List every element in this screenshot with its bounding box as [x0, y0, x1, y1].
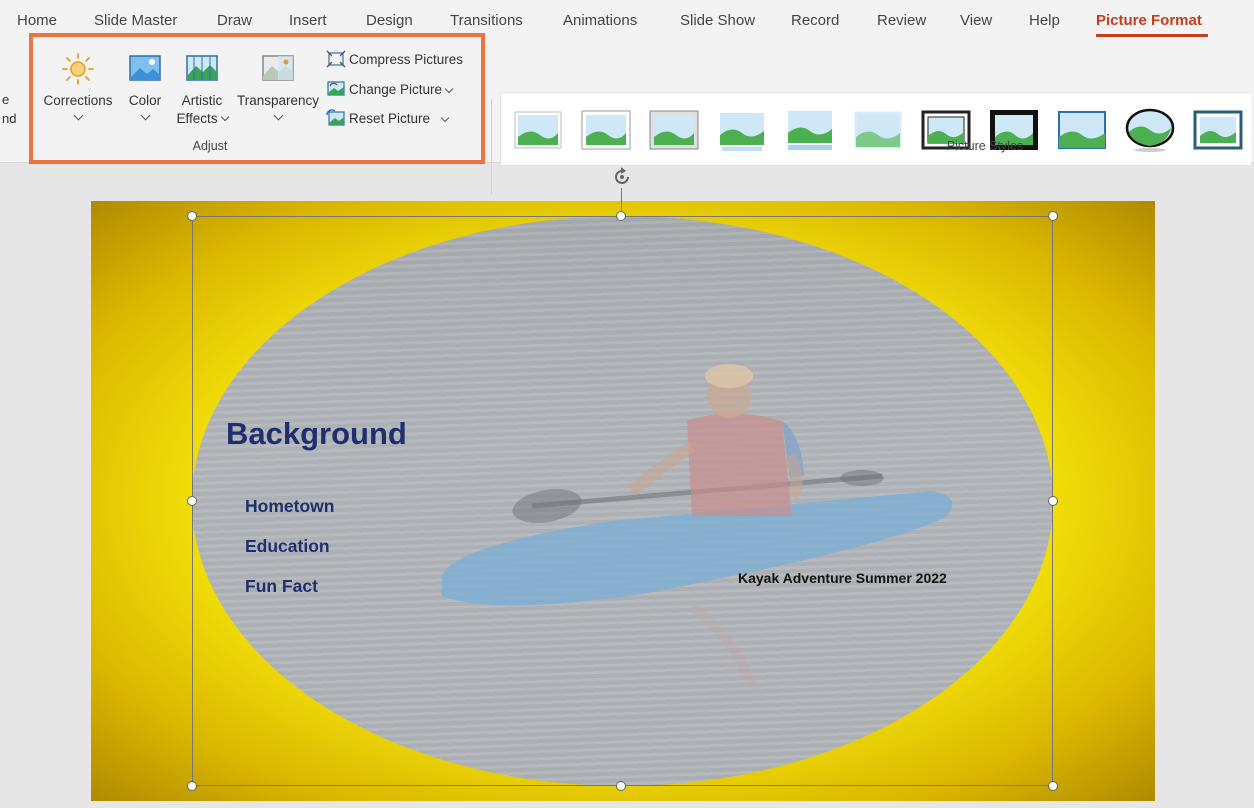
picture-style-3[interactable] — [648, 107, 700, 153]
ribbon-tab-bar: Home Slide Master Draw Insert Design Tra… — [0, 0, 1254, 44]
chevron-down-icon — [440, 113, 450, 123]
tab-review[interactable]: Review — [877, 12, 926, 29]
tab-help[interactable]: Help — [1029, 12, 1060, 29]
resize-handle-bottom-right[interactable] — [1048, 781, 1058, 791]
cut-off-label-1: e — [2, 92, 10, 107]
adjust-group-label: Adjust — [192, 139, 228, 153]
color-button[interactable]: Color — [124, 52, 166, 121]
resize-handle-top-left[interactable] — [187, 211, 197, 221]
compress-pictures-button[interactable]: Compress Pictures — [326, 49, 463, 69]
picture-styles-group-label: Picture Styles — [946, 139, 1024, 153]
resize-handle-top[interactable] — [616, 211, 626, 221]
reset-picture-icon — [326, 109, 345, 126]
compress-icon — [326, 50, 346, 68]
slide-heading[interactable]: Background — [226, 416, 407, 452]
picture-style-6[interactable] — [852, 107, 904, 153]
tab-home[interactable]: Home — [17, 12, 57, 29]
reset-picture-label: Reset Picture — [349, 110, 431, 126]
tab-transitions[interactable]: Transitions — [450, 12, 523, 29]
rotate-icon[interactable] — [611, 166, 633, 188]
group-divider — [491, 99, 492, 194]
sun-icon — [62, 53, 94, 85]
active-tab-indicator — [1096, 34, 1208, 37]
change-picture-icon — [327, 81, 345, 96]
bullet-hometown[interactable]: Hometown — [245, 496, 334, 517]
picture-caption[interactable]: Kayak Adventure Summer 2022 — [738, 570, 947, 586]
tab-record[interactable]: Record — [791, 12, 839, 29]
picture-color-icon — [129, 55, 161, 81]
change-picture-button[interactable]: Change Picture — [326, 79, 454, 99]
chevron-down-icon — [220, 112, 229, 122]
tab-animations[interactable]: Animations — [563, 12, 637, 29]
color-label: Color — [128, 93, 162, 108]
ribbon: e nd Corrections Color Artistic Effects … — [0, 44, 1254, 194]
artistic-effects-label-2: Effects — [176, 111, 218, 126]
tab-slide-master[interactable]: Slide Master — [94, 12, 177, 29]
artistic-effects-line2: Effects — [172, 110, 232, 128]
resize-handle-right[interactable] — [1048, 496, 1058, 506]
bullet-education[interactable]: Education — [245, 536, 330, 557]
tab-picture-format[interactable]: Picture Format — [1096, 12, 1202, 29]
tab-insert[interactable]: Insert — [289, 12, 327, 29]
resize-handle-bottom-left[interactable] — [187, 781, 197, 791]
picture-styles-gallery — [500, 92, 1251, 166]
change-picture-label: Change Picture — [349, 81, 443, 97]
transparency-icon — [262, 55, 294, 81]
chevron-down-icon — [273, 110, 283, 121]
bullet-fun-fact[interactable]: Fun Fact — [245, 576, 318, 597]
picture-style-9[interactable] — [1056, 107, 1108, 153]
tab-design[interactable]: Design — [366, 12, 413, 29]
artistic-effects-label-1: Artistic — [181, 93, 223, 108]
cut-off-label-2: nd — [2, 111, 17, 126]
tab-draw[interactable]: Draw — [217, 12, 252, 29]
picture-style-4[interactable] — [716, 107, 768, 153]
tab-slide-show[interactable]: Slide Show — [680, 12, 755, 29]
reset-picture-button[interactable]: Reset Picture — [326, 108, 450, 128]
transparency-button[interactable]: Transparency — [234, 52, 322, 121]
chevron-down-icon — [140, 110, 150, 121]
resize-handle-top-right[interactable] — [1048, 211, 1058, 221]
tab-view[interactable]: View — [960, 12, 992, 29]
picture-style-1[interactable] — [512, 107, 564, 153]
picture-style-2[interactable] — [580, 107, 632, 153]
transparency-label: Transparency — [236, 93, 320, 108]
artistic-effects-button[interactable]: Artistic Effects — [172, 52, 232, 128]
resize-handle-bottom[interactable] — [616, 781, 626, 791]
picture-style-5[interactable] — [784, 107, 836, 153]
picture-style-11[interactable] — [1192, 107, 1244, 153]
resize-handle-left[interactable] — [187, 496, 197, 506]
compress-pictures-label: Compress Pictures — [349, 51, 464, 67]
artistic-effects-icon — [186, 55, 218, 81]
corrections-label: Corrections — [43, 93, 113, 108]
chevron-down-icon — [73, 110, 83, 121]
corrections-button[interactable]: Corrections — [38, 52, 118, 121]
chevron-down-icon — [444, 84, 454, 94]
picture-style-10[interactable] — [1124, 107, 1176, 153]
